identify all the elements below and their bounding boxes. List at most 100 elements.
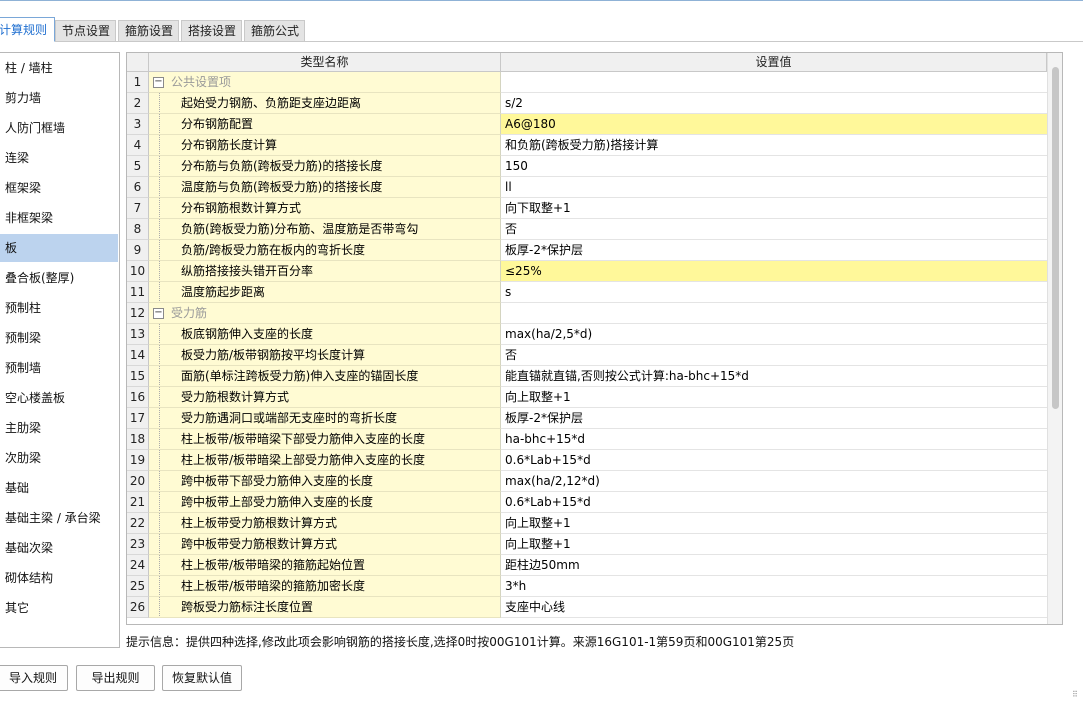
group-row[interactable]: 1− 公共设置项 <box>127 72 1047 93</box>
setting-value-cell[interactable]: ha-bhc+15*d <box>501 429 1047 450</box>
tab-node-settings[interactable]: 节点设置 <box>55 20 116 42</box>
setting-value-cell[interactable]: 支座中心线 <box>501 597 1047 618</box>
setting-label: 受力筋遇洞口或端部无支座时的弯折长度 <box>181 411 398 425</box>
vertical-scrollbar[interactable] <box>1047 53 1062 624</box>
setting-label: 起始受力钢筋、负筋距支座边距离 <box>181 96 362 110</box>
sidebar-item-composite-slab[interactable]: 叠合板(整厚) <box>0 264 118 292</box>
tab-stirrup-formula[interactable]: 箍筋公式 <box>244 20 305 42</box>
setting-label: 跨板受力筋标注长度位置 <box>181 600 314 614</box>
sidebar-item-main-rib-beam[interactable]: 主肋梁 <box>0 414 118 442</box>
setting-value-cell[interactable]: max(ha/2,5*d) <box>501 324 1047 345</box>
sidebar-item-secondary-rib-beam[interactable]: 次肋梁 <box>0 444 118 472</box>
sidebar-item-foundation[interactable]: 基础 <box>0 474 118 502</box>
setting-value-cell <box>501 303 1047 324</box>
sidebar-item-column[interactable]: 柱 / 墙柱 <box>0 54 118 82</box>
component-sidebar: 柱 / 墙柱 剪力墙 人防门框墙 连梁 框架梁 非框架梁 板 叠合板(整厚) 预… <box>0 52 120 648</box>
table-row[interactable]: 11 温度筋起步距离 s <box>127 282 1047 303</box>
table-row[interactable]: 8 负筋(跨板受力筋)分布筋、温度筋是否带弯勾 否 <box>127 219 1047 240</box>
column-header-type-name[interactable]: 类型名称 <box>149 53 501 72</box>
table-row[interactable]: 5 分布筋与负筋(跨板受力筋)的搭接长度 150 <box>127 156 1047 177</box>
sidebar-item-foundation-main-beam[interactable]: 基础主梁 / 承台梁 <box>0 504 118 532</box>
setting-value-cell[interactable]: 否 <box>501 219 1047 240</box>
setting-value-cell[interactable]: A6@180 <box>501 114 1047 135</box>
row-number: 5 <box>127 156 149 177</box>
setting-value-cell[interactable]: 向上取整+1 <box>501 513 1047 534</box>
tree-connector-line <box>159 555 160 575</box>
setting-value-cell[interactable]: 和负筋(跨板受力筋)搭接计算 <box>501 135 1047 156</box>
table-row[interactable]: 6 温度筋与负筋(跨板受力筋)的搭接长度 ll <box>127 177 1047 198</box>
setting-value-cell[interactable]: 向下取整+1 <box>501 198 1047 219</box>
sidebar-item-hollow-floor-slab[interactable]: 空心楼盖板 <box>0 384 118 412</box>
restore-defaults-button[interactable]: 恢复默认值 <box>162 665 242 691</box>
setting-value-cell[interactable]: 0.6*Lab+15*d <box>501 450 1047 471</box>
table-row[interactable]: 23 跨中板带受力筋根数计算方式 向上取整+1 <box>127 534 1047 555</box>
sidebar-item-foundation-secondary-beam[interactable]: 基础次梁 <box>0 534 118 562</box>
tab-calculation-rules[interactable]: 计算规则 <box>0 17 55 42</box>
tab-stirrup-settings[interactable]: 箍筋设置 <box>118 20 179 42</box>
table-row[interactable]: 16 受力筋根数计算方式 向上取整+1 <box>127 387 1047 408</box>
table-row[interactable]: 2 起始受力钢筋、负筋距支座边距离 s/2 <box>127 93 1047 114</box>
sidebar-item-frame-beam[interactable]: 框架梁 <box>0 174 118 202</box>
sidebar-item-precast-wall[interactable]: 预制墙 <box>0 354 118 382</box>
table-row[interactable]: 24 柱上板带/板带暗梁的箍筋起始位置 距柱边50mm <box>127 555 1047 576</box>
setting-value-cell[interactable]: s/2 <box>501 93 1047 114</box>
table-row[interactable]: 3 分布钢筋配置 A6@180 <box>127 114 1047 135</box>
table-row[interactable]: 21 跨中板带上部受力筋伸入支座的长度 0.6*Lab+15*d <box>127 492 1047 513</box>
setting-value-cell[interactable]: 向上取整+1 <box>501 534 1047 555</box>
table-row[interactable]: 10 纵筋搭接接头错开百分率 ≤25% <box>127 261 1047 282</box>
row-number: 7 <box>127 198 149 219</box>
table-row[interactable]: 26 跨板受力筋标注长度位置 支座中心线 <box>127 597 1047 618</box>
table-row[interactable]: 19 柱上板带/板带暗梁上部受力筋伸入支座的长度 0.6*Lab+15*d <box>127 450 1047 471</box>
sidebar-item-other[interactable]: 其它 <box>0 594 118 622</box>
sidebar-item-precast-beam[interactable]: 预制梁 <box>0 324 118 352</box>
table-row[interactable]: 7 分布钢筋根数计算方式 向下取整+1 <box>127 198 1047 219</box>
table-row[interactable]: 9 负筋/跨板受力筋在板内的弯折长度 板厚-2*保护层 <box>127 240 1047 261</box>
setting-value-cell[interactable]: 能直锚就直锚,否则按公式计算:ha-bhc+15*d <box>501 366 1047 387</box>
setting-value-cell[interactable]: 3*h <box>501 576 1047 597</box>
sidebar-item-masonry[interactable]: 砌体结构 <box>0 564 118 592</box>
setting-value-cell[interactable]: 板厚-2*保护层 <box>501 408 1047 429</box>
setting-value-cell[interactable]: 0.6*Lab+15*d <box>501 492 1047 513</box>
table-row[interactable]: 14 板受力筋/板带钢筋按平均长度计算 否 <box>127 345 1047 366</box>
sidebar-item-non-frame-beam[interactable]: 非框架梁 <box>0 204 118 232</box>
setting-value-cell[interactable]: s <box>501 282 1047 303</box>
sidebar-item-shear-wall[interactable]: 剪力墙 <box>0 84 118 112</box>
setting-value-cell[interactable]: 向上取整+1 <box>501 387 1047 408</box>
resize-grip-icon[interactable]: ⠿ <box>1072 691 1080 699</box>
setting-value-cell[interactable]: max(ha/2,12*d) <box>501 471 1047 492</box>
type-name-cell: 温度筋起步距离 <box>149 282 501 303</box>
table-row[interactable]: 17 受力筋遇洞口或端部无支座时的弯折长度 板厚-2*保护层 <box>127 408 1047 429</box>
scrollbar-thumb[interactable] <box>1052 67 1059 409</box>
column-header-setting-value[interactable]: 设置值 <box>501 53 1047 72</box>
collapse-toggle-icon[interactable]: − <box>153 308 164 319</box>
setting-value-cell[interactable]: ≤25% <box>501 261 1047 282</box>
setting-label: 分布钢筋长度计算 <box>181 138 278 152</box>
table-row[interactable]: 22 柱上板带受力筋根数计算方式 向上取整+1 <box>127 513 1047 534</box>
sidebar-item-civil-defense-door-wall[interactable]: 人防门框墙 <box>0 114 118 142</box>
setting-label: 跨中板带受力筋根数计算方式 <box>181 537 338 551</box>
import-rules-button[interactable]: 导入规则 <box>0 665 68 691</box>
sidebar-item-coupling-beam[interactable]: 连梁 <box>0 144 118 172</box>
sidebar-item-slab[interactable]: 板 <box>0 234 118 262</box>
grid-header: 类型名称 设置值 <box>127 53 1062 72</box>
setting-value-cell[interactable]: 距柱边50mm <box>501 555 1047 576</box>
setting-label: 分布钢筋配置 <box>181 117 254 131</box>
table-row[interactable]: 18 柱上板带/板带暗梁下部受力筋伸入支座的长度 ha-bhc+15*d <box>127 429 1047 450</box>
tree-connector-line <box>159 219 160 239</box>
collapse-toggle-icon[interactable]: − <box>153 77 164 88</box>
table-row[interactable]: 13 板底钢筋伸入支座的长度 max(ha/2,5*d) <box>127 324 1047 345</box>
group-row[interactable]: 12− 受力筋 <box>127 303 1047 324</box>
export-rules-button[interactable]: 导出规则 <box>76 665 155 691</box>
row-number: 16 <box>127 387 149 408</box>
table-row[interactable]: 20 跨中板带下部受力筋伸入支座的长度 max(ha/2,12*d) <box>127 471 1047 492</box>
setting-value-cell[interactable]: 板厚-2*保护层 <box>501 240 1047 261</box>
setting-value-cell[interactable]: 否 <box>501 345 1047 366</box>
tab-lap-settings[interactable]: 搭接设置 <box>181 20 242 42</box>
table-row[interactable]: 4 分布钢筋长度计算 和负筋(跨板受力筋)搭接计算 <box>127 135 1047 156</box>
table-row[interactable]: 15 面筋(单标注跨板受力筋)伸入支座的锚固长度 能直锚就直锚,否则按公式计算:ha… <box>127 366 1047 387</box>
setting-value-cell[interactable]: ll <box>501 177 1047 198</box>
setting-value-cell[interactable]: 150 <box>501 156 1047 177</box>
sidebar-item-precast-column[interactable]: 预制柱 <box>0 294 118 322</box>
table-row[interactable]: 25 柱上板带/板带暗梁的箍筋加密长度 3*h <box>127 576 1047 597</box>
row-number: 26 <box>127 597 149 618</box>
